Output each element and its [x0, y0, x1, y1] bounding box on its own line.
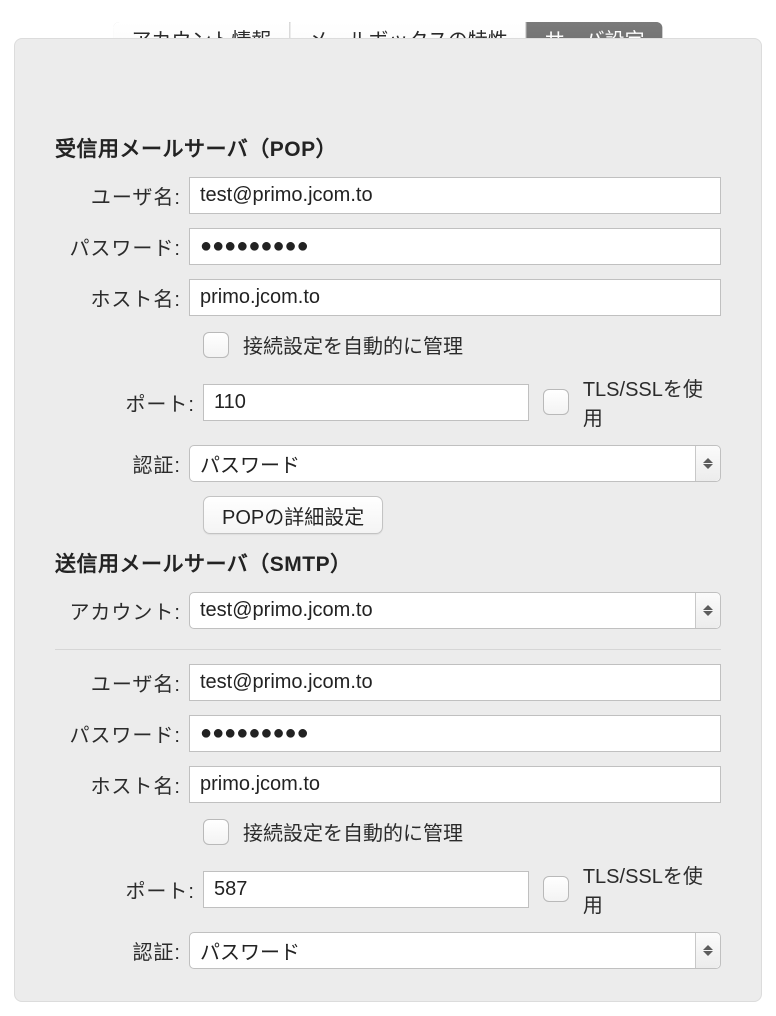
pop-advanced-button[interactable]: POPの詳細設定 [203, 496, 383, 534]
updown-icon [695, 446, 720, 481]
auto-manage-label: 接続設定を自動的に管理 [243, 330, 463, 359]
outgoing-section-title: 送信用メールサーバ（SMTP） [55, 548, 721, 578]
auth-label: 認証: [55, 936, 189, 965]
incoming-auto-manage-checkbox[interactable] [203, 332, 229, 358]
incoming-auth-select[interactable]: パスワード [189, 445, 721, 482]
outgoing-auth-select[interactable]: パスワード [189, 932, 721, 969]
incoming-hostname-input[interactable]: primo.jcom.to [189, 279, 721, 316]
incoming-port-input[interactable]: 110 [203, 384, 529, 421]
username-label: ユーザ名: [55, 668, 189, 697]
auto-manage-label: 接続設定を自動的に管理 [243, 817, 463, 846]
outgoing-hostname-input[interactable]: primo.jcom.to [189, 766, 721, 803]
hostname-label: ホスト名: [55, 770, 189, 799]
outgoing-port-input[interactable]: 587 [203, 871, 529, 908]
incoming-password-input[interactable]: ●●●●●●●●● [189, 228, 721, 265]
select-value: パスワード [200, 936, 300, 965]
username-label: ユーザ名: [55, 181, 189, 210]
auth-label: 認証: [55, 449, 189, 478]
incoming-section-title: 受信用メールサーバ（POP） [55, 133, 721, 163]
outgoing-auto-manage-checkbox[interactable] [203, 819, 229, 845]
outgoing-tls-checkbox[interactable] [543, 876, 569, 902]
outgoing-account-select[interactable]: test@primo.jcom.to [189, 592, 721, 629]
incoming-username-input[interactable]: test@primo.jcom.to [189, 177, 721, 214]
button-label: POPの詳細設定 [222, 501, 364, 530]
port-label: ポート: [55, 388, 203, 417]
tls-label: TLS/SSLを使用 [583, 373, 721, 431]
outgoing-username-input[interactable]: test@primo.jcom.to [189, 664, 721, 701]
select-value: パスワード [200, 449, 300, 478]
settings-panel: 受信用メールサーバ（POP） ユーザ名: test@primo.jcom.to … [14, 38, 762, 1002]
tls-label: TLS/SSLを使用 [583, 860, 721, 918]
outgoing-password-input[interactable]: ●●●●●●●●● [189, 715, 721, 752]
updown-icon [695, 933, 720, 968]
password-label: パスワード: [55, 719, 189, 748]
select-value: test@primo.jcom.to [200, 599, 373, 622]
port-label: ポート: [55, 875, 203, 904]
incoming-tls-checkbox[interactable] [543, 389, 569, 415]
updown-icon [695, 593, 720, 628]
password-label: パスワード: [55, 232, 189, 261]
divider [55, 649, 721, 650]
account-label: アカウント: [55, 596, 189, 625]
hostname-label: ホスト名: [55, 283, 189, 312]
